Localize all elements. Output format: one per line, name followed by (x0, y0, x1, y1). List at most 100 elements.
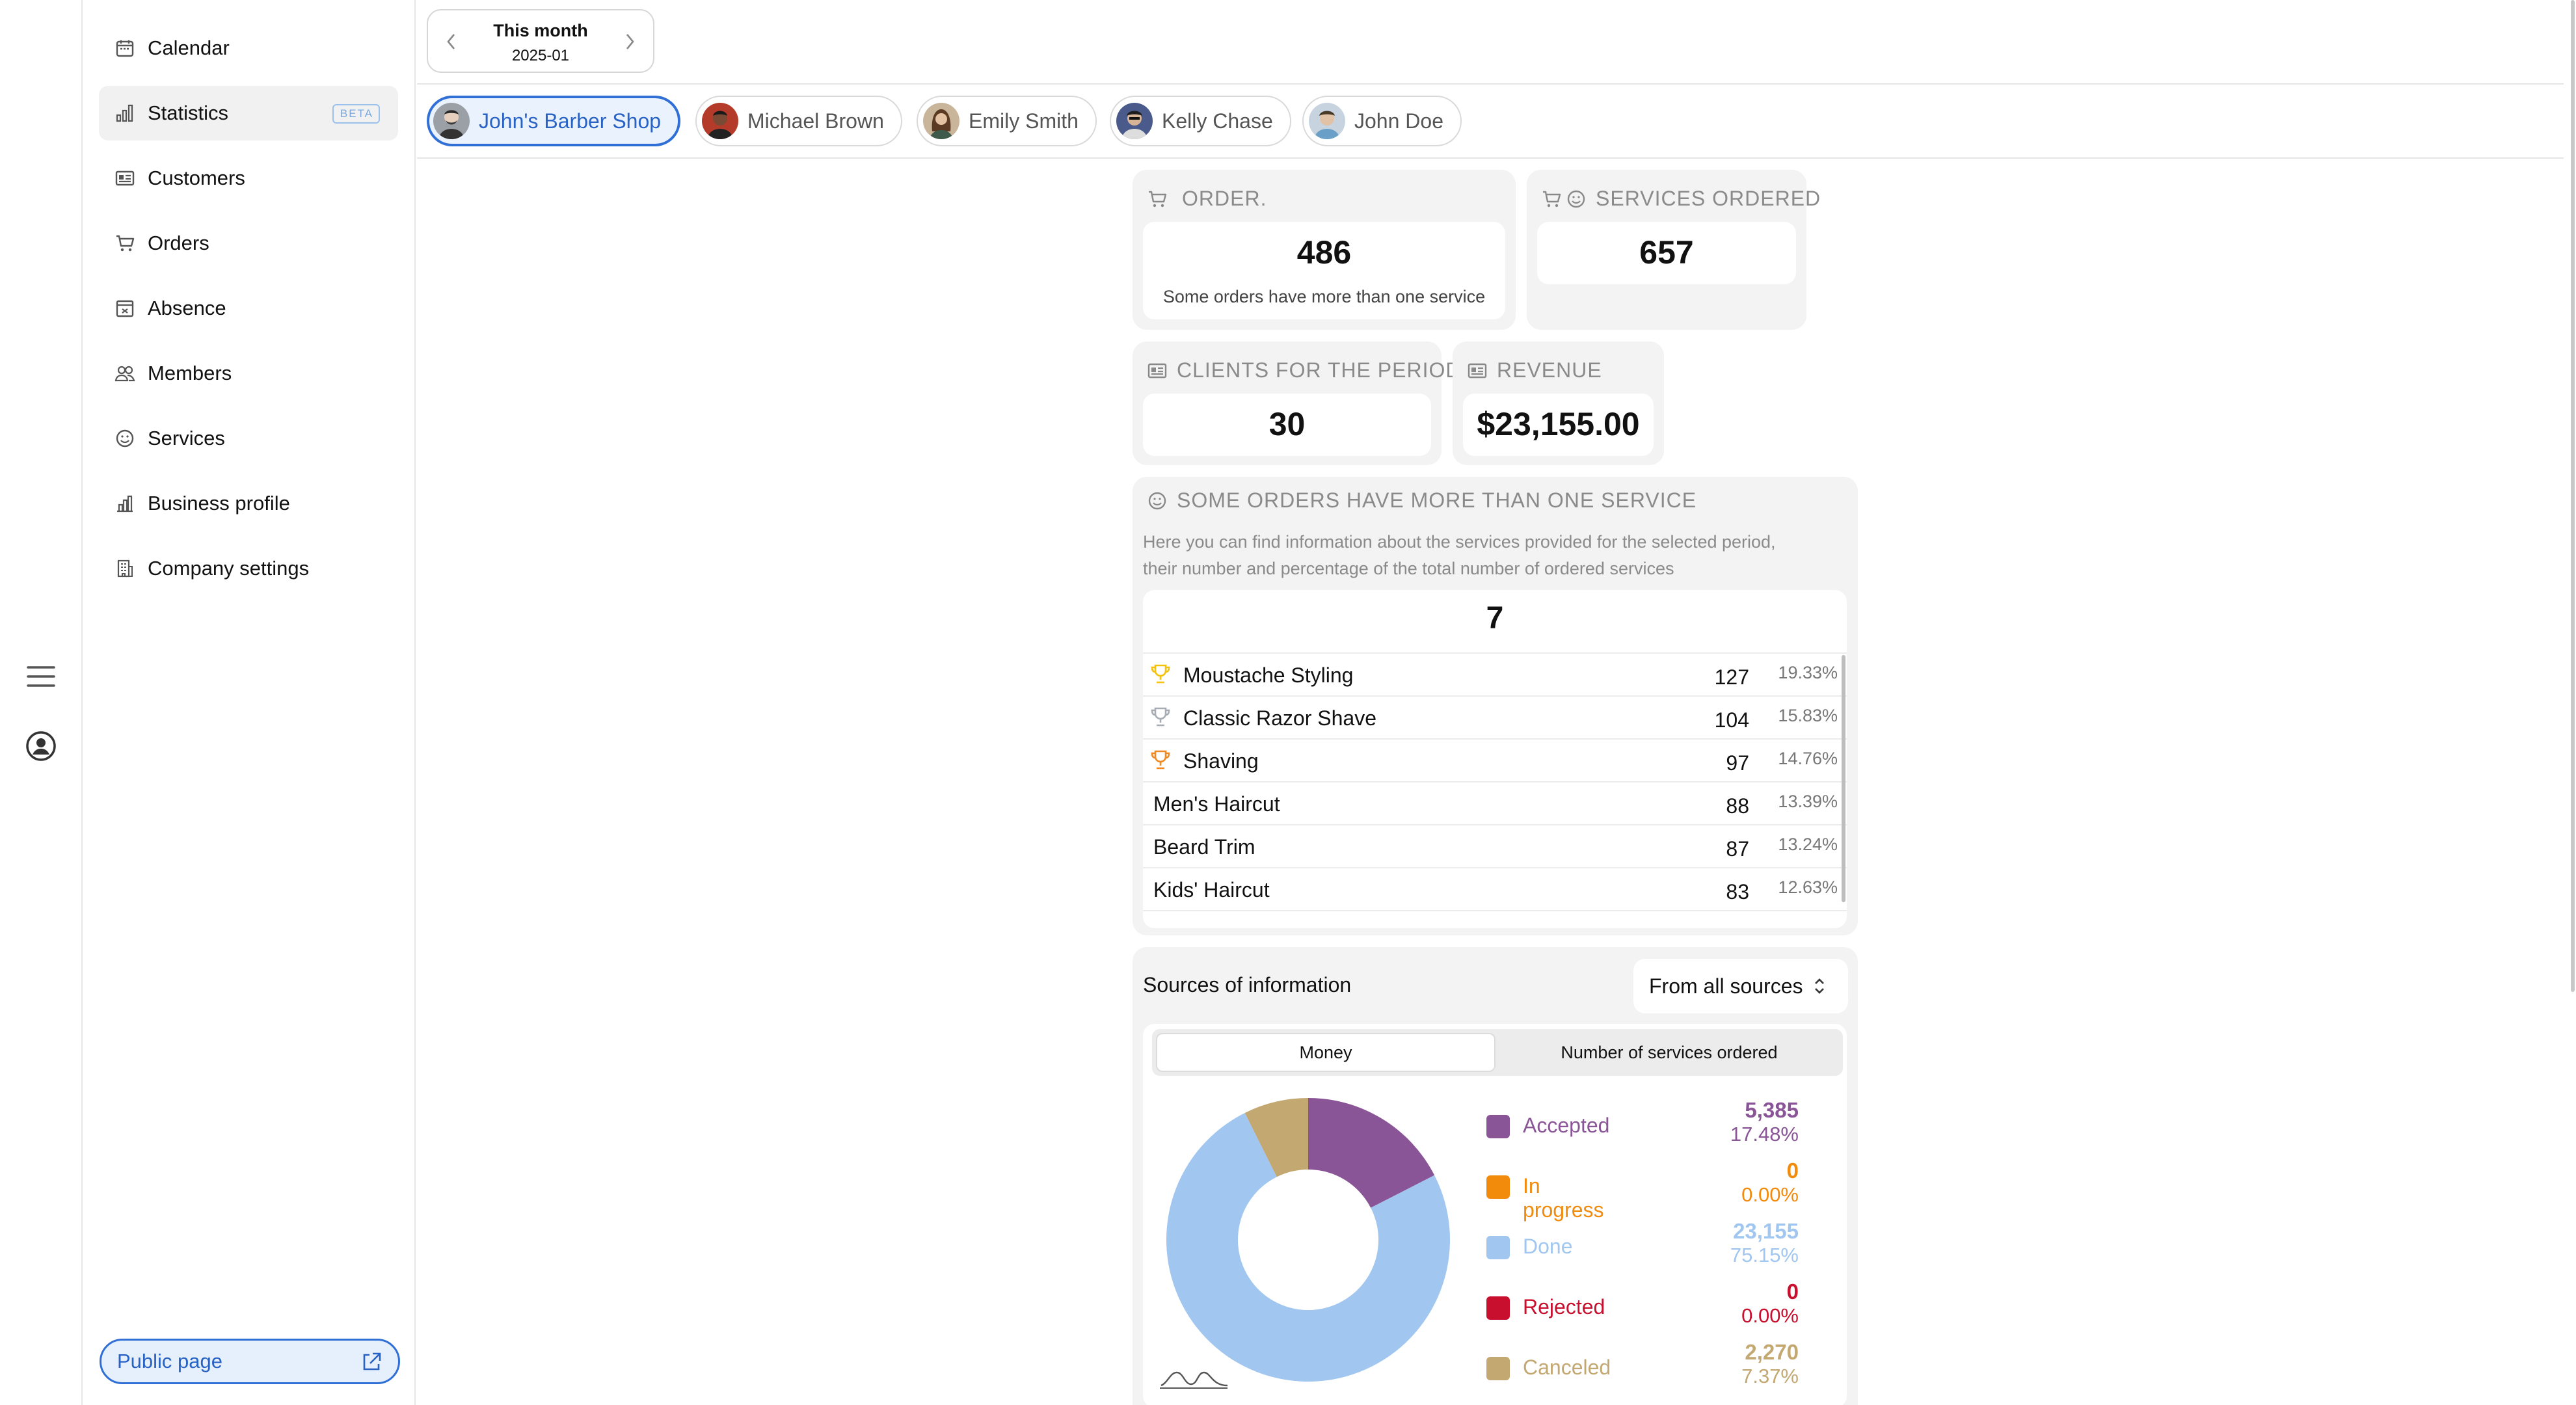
service-count: 127 (1714, 665, 1749, 689)
avatar (433, 103, 470, 139)
card-body: 486 Some orders have more than one servi… (1143, 222, 1505, 319)
member-name: John Doe (1354, 109, 1443, 133)
sidebar-item-business-profile[interactable]: Business profile (99, 476, 398, 531)
sidebar-item-orders[interactable]: Orders (99, 216, 398, 271)
service-count: 104 (1714, 708, 1749, 732)
member-chip-michael-brown[interactable]: Michael Brown (695, 96, 902, 146)
card-body: $23,155.00 (1463, 394, 1654, 456)
card-body: 657 (1537, 222, 1796, 284)
service-name: Beard Trim (1153, 835, 1255, 859)
service-percent: 13.24% (1778, 835, 1838, 854)
legend-swatch (1486, 1236, 1510, 1259)
avatar (1309, 103, 1345, 139)
id-card-icon (114, 167, 136, 189)
divider (417, 157, 2564, 159)
revenue-card: REVENUE $23,155.00 (1453, 341, 1664, 465)
service-percent: 12.63% (1778, 877, 1838, 897)
chevron-updown-icon (1812, 976, 1827, 996)
card-label: REVENUE (1497, 358, 1602, 382)
public-page-button[interactable]: Public page (100, 1339, 400, 1384)
tab-number-of-services[interactable]: Number of services ordered (1499, 1033, 1839, 1072)
legend-percent: 0.00% (1741, 1183, 1799, 1206)
sidebar-item-customers[interactable]: Customers (99, 151, 398, 206)
sources-select[interactable]: From all sources (1633, 959, 1848, 1013)
next-period-button[interactable] (618, 30, 641, 53)
service-count: 88 (1726, 794, 1749, 818)
service-row: Classic Razor Shave 104 15.83% (1143, 695, 1847, 738)
sidebar-item-label: Services (148, 427, 225, 449)
id-card-icon (1146, 359, 1169, 382)
card-header: SERVICES ORDERED (1540, 187, 1821, 211)
services-list[interactable]: 7 Moustache Styling 127 19.33% Classic R… (1143, 590, 1847, 928)
sidebar-item-calendar[interactable]: Calendar (99, 21, 398, 75)
sidebar-item-label: Absence (148, 297, 226, 319)
services-panel: SOME ORDERS HAVE MORE THAN ONE SERVICE H… (1133, 477, 1858, 935)
description-line: their number and percentage of the total… (1143, 559, 1674, 578)
legend-label: Canceled (1523, 1356, 1611, 1379)
smile-icon (114, 427, 136, 449)
service-count: 83 (1726, 880, 1749, 903)
orders-note: Some orders have more than one service (1162, 287, 1486, 306)
page-scrollbar[interactable] (2571, 0, 2575, 992)
legend-label: Rejected (1523, 1295, 1605, 1318)
card-header: CLIENTS FOR THE PERIOD (1146, 358, 1461, 382)
services-total: 7 (1486, 601, 1504, 636)
sidebar-item-label: Calendar (148, 36, 230, 59)
card-header: SOME ORDERS HAVE MORE THAN ONE SERVICE (1146, 488, 1697, 513)
sidebar-item-statistics[interactable]: Statistics BETA (99, 86, 398, 140)
smile-icon (1146, 489, 1169, 513)
avatar (702, 103, 738, 139)
public-page-label: Public page (117, 1350, 223, 1372)
member-name: Emily Smith (969, 109, 1079, 133)
service-name: Shaving (1183, 749, 1259, 773)
service-row: Men's Haircut 88 13.39% (1143, 781, 1847, 824)
service-percent: 13.39% (1778, 792, 1838, 811)
menu-icon[interactable] (25, 660, 57, 693)
service-row: Moustache Styling 127 19.33% (1143, 652, 1847, 695)
cart-icon (1540, 187, 1563, 211)
sources-select-value: From all sources (1649, 974, 1803, 998)
legend-swatch (1486, 1175, 1510, 1199)
card-body: 30 (1143, 394, 1431, 456)
account-icon[interactable] (25, 730, 57, 762)
sidebar-item-absence[interactable]: Absence (99, 281, 398, 336)
member-chip-kelly-chase[interactable]: Kelly Chase (1110, 96, 1291, 146)
sidebar-item-services[interactable]: Services (99, 411, 398, 466)
orders-count: 486 (1296, 234, 1352, 271)
member-name: Michael Brown (747, 109, 884, 133)
service-count: 97 (1726, 751, 1749, 775)
service-name: Kids' Haircut (1153, 878, 1270, 902)
list-scrollbar[interactable] (1842, 655, 1845, 902)
divider (417, 83, 2564, 85)
sources-panel: Sources of information From all sources … (1133, 947, 1858, 1405)
sidebar-item-label: Company settings (148, 557, 310, 580)
beta-badge: BETA (332, 104, 380, 124)
orders-card: ORDER. 486 Some orders have more than on… (1133, 170, 1516, 330)
sidebar: Calendar Statistics BETA Customers Order… (84, 0, 416, 1405)
description-line: Here you can find information about the … (1143, 532, 1776, 552)
services-ordered-count: 657 (1639, 234, 1694, 271)
legend-label: In progress (1523, 1174, 1604, 1222)
services-ordered-card: SERVICES ORDERED 657 (1527, 170, 1820, 330)
sources-title: Sources of information (1143, 973, 1352, 997)
sidebar-item-company-settings[interactable]: Company settings (99, 541, 398, 596)
bronze-trophy-icon (1149, 749, 1172, 771)
service-row: Beard Trim 87 13.24% (1143, 824, 1847, 867)
member-chip-john-doe[interactable]: John Doe (1302, 96, 1462, 146)
member-chip-johns-barber-shop[interactable]: John's Barber Shop (427, 96, 681, 146)
bar-chart-icon (114, 102, 136, 124)
service-percent: 14.76% (1778, 749, 1838, 768)
silver-trophy-icon (1149, 706, 1172, 728)
service-name: Classic Razor Shave (1183, 706, 1376, 730)
legend-percent: 0.00% (1741, 1304, 1799, 1327)
member-name: John's Barber Shop (479, 109, 662, 133)
legend-label: Accepted (1523, 1114, 1610, 1137)
legend-value: 0 (1786, 1279, 1799, 1304)
member-chip-emily-smith[interactable]: Emily Smith (917, 96, 1097, 146)
service-name: Moustache Styling (1183, 663, 1354, 687)
sidebar-item-members[interactable]: Members (99, 346, 398, 401)
tab-money[interactable]: Money (1156, 1033, 1496, 1072)
clients-count: 30 (1268, 406, 1306, 442)
sidebar-item-label: Statistics (148, 101, 229, 124)
legend-value: 0 (1786, 1158, 1799, 1183)
